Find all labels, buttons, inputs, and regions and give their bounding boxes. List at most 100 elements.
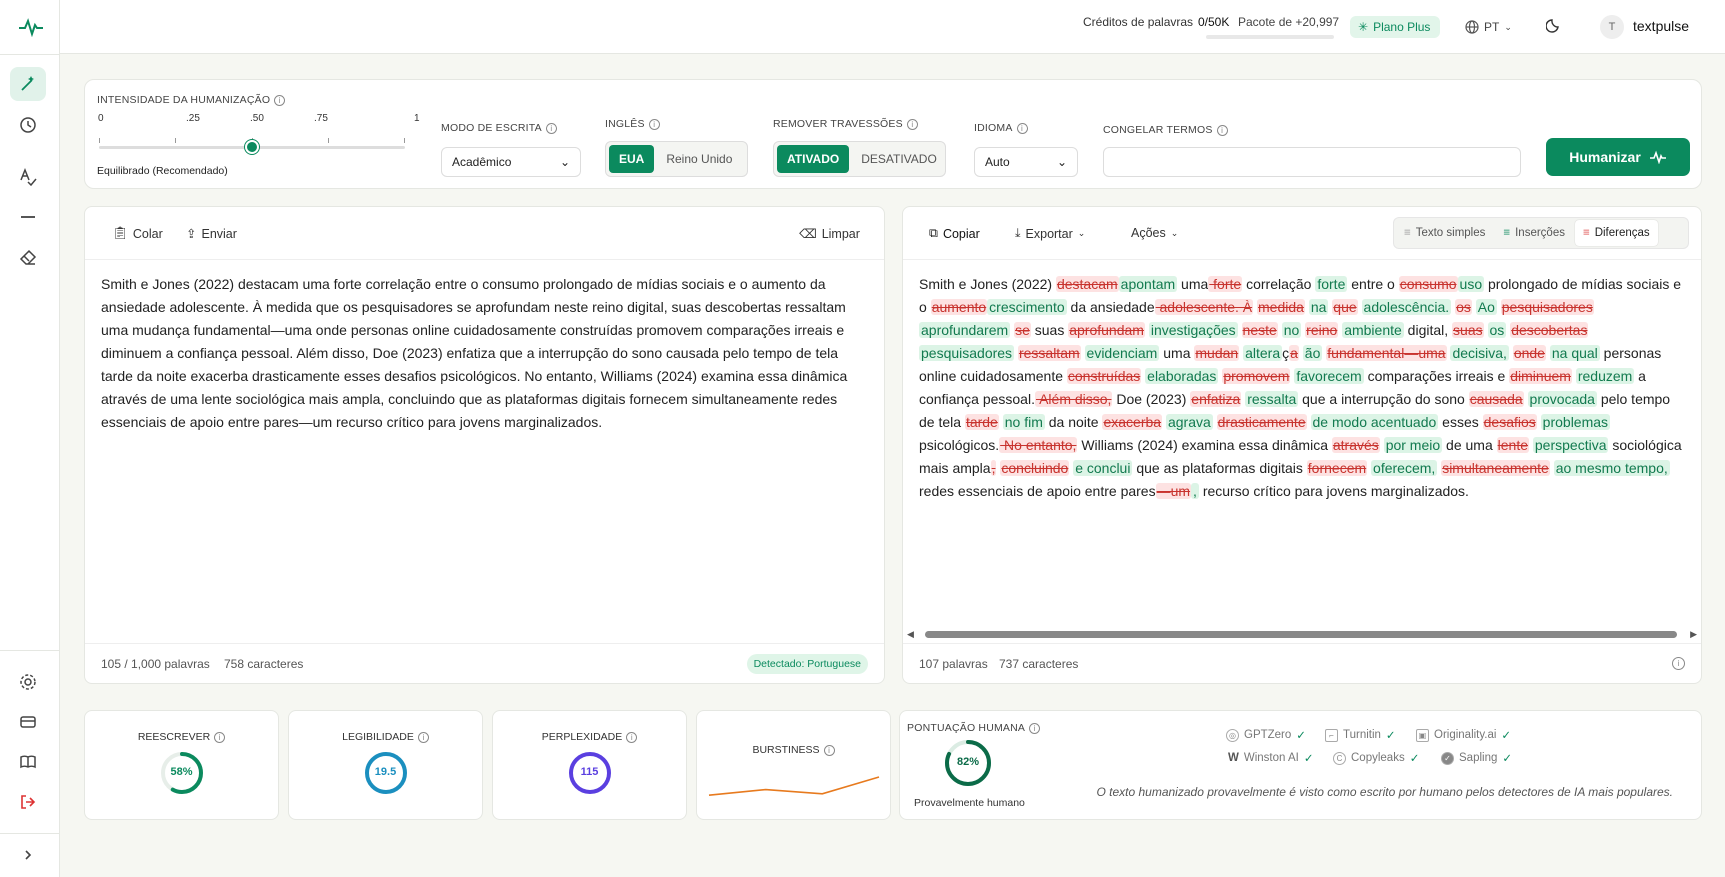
output-toolbar: ⧉ Copiar ⤓ Exportar ⌄ Ações ⌄ ≡ Texto sim… xyxy=(903,207,1701,260)
copy-button[interactable]: ⧉ Copiar xyxy=(929,226,980,241)
tick-label: .75 xyxy=(314,113,328,124)
info-icon[interactable]: i xyxy=(214,731,226,743)
language-selector[interactable]: PT ⌄ xyxy=(1465,16,1512,38)
unchanged-text xyxy=(1484,322,1488,338)
info-icon[interactable]: i xyxy=(626,731,638,743)
eraser-icon[interactable] xyxy=(10,240,46,274)
detector-copyleaks: C Copyleaks ✓ xyxy=(1333,751,1419,765)
output-panel: ⧉ Copiar ⤓ Exportar ⌄ Ações ⌄ ≡ Texto sim… xyxy=(902,206,1702,684)
deleted-text: medida xyxy=(1257,299,1305,315)
history-icon[interactable] xyxy=(10,108,46,142)
paste-button[interactable]: 📋︎ Colar xyxy=(112,226,163,241)
output-diff-text[interactable]: Smith e Jones (2022) destacam apontam uma… xyxy=(919,273,1685,503)
language-label-group: IDIOMA i xyxy=(974,122,1028,134)
tick-label: 1 xyxy=(414,113,420,124)
humanize-button[interactable]: Humanizar xyxy=(1546,138,1690,176)
info-icon[interactable]: i xyxy=(417,731,429,743)
freeze-terms-input[interactable] xyxy=(1103,147,1521,177)
human-score-value: 82% xyxy=(956,756,980,768)
rewrite-value: 58% xyxy=(170,766,193,778)
english-us-option[interactable]: EUA xyxy=(609,145,655,173)
writing-mode-select[interactable]: Acadêmico ⌄ xyxy=(441,147,581,177)
view-diff-tab[interactable]: ≡ Diferenças xyxy=(1574,220,1658,246)
settings-panel: INTENSIDADE DA HUMANIZAÇÃO i 0 .25 .50 .7… xyxy=(84,79,1702,189)
inserted-text: pesquisadores xyxy=(919,345,1015,361)
dark-mode-moon-icon[interactable] xyxy=(1545,17,1566,37)
eraser-icon: ⌫ xyxy=(799,227,817,241)
download-icon: ⤓ xyxy=(1015,226,1021,240)
unchanged-text: recurso crítico para jovens marginalizad… xyxy=(1198,483,1469,499)
deleted-text: No entanto, xyxy=(999,437,1078,453)
plan-badge[interactable]: ✳ Plano Plus xyxy=(1350,16,1441,38)
language-setting-label: IDIOMA xyxy=(974,122,1013,134)
logo-pulse-icon[interactable] xyxy=(13,10,49,44)
inserted-text: reduzem xyxy=(1575,368,1635,384)
avatar[interactable]: T xyxy=(1600,15,1624,39)
info-icon[interactable]: i xyxy=(906,118,918,130)
inserted-text: oferecem, xyxy=(1371,460,1438,476)
scroll-left-icon[interactable]: ◀ xyxy=(907,629,914,640)
clear-button[interactable]: ⌫ Limpar xyxy=(799,226,860,242)
deleted-text: Além disso, xyxy=(1034,391,1113,407)
spell-check-icon[interactable] xyxy=(10,160,46,194)
detector-name: Sapling xyxy=(1459,752,1498,764)
scroll-right-icon[interactable]: ▶ xyxy=(1690,629,1697,640)
language-select[interactable]: Auto ⌄ xyxy=(974,147,1078,177)
magic-wand-icon[interactable] xyxy=(10,67,46,101)
inserted-text: , xyxy=(1191,483,1199,499)
intensity-slider-thumb[interactable] xyxy=(245,140,259,154)
writing-mode-value: Acadêmico xyxy=(452,155,512,169)
english-uk-option[interactable]: Reino Unido xyxy=(656,145,742,173)
credit-card-icon[interactable] xyxy=(10,705,46,739)
freeze-label: CONGELAR TERMOS xyxy=(1103,124,1213,136)
deleted-text: fundamental—uma xyxy=(1326,345,1447,361)
deleted-text: aumento xyxy=(930,299,988,315)
deleted-text: neste xyxy=(1241,322,1278,338)
inserted-text: crescimento xyxy=(987,299,1067,315)
logout-icon[interactable] xyxy=(10,785,46,819)
dashes-on-option[interactable]: ATIVADO xyxy=(777,145,850,173)
view-insertions-tab[interactable]: ≡ Inserções xyxy=(1495,220,1573,246)
info-icon[interactable]: i xyxy=(1016,122,1028,134)
deleted-text: os xyxy=(1455,299,1472,315)
expand-chevron-icon[interactable] xyxy=(10,838,46,872)
readability-ring: 19.5 xyxy=(364,751,408,795)
detector-turnitin: ⌐ Turnitin ✓ xyxy=(1325,728,1396,742)
winston-icon: W xyxy=(1228,752,1239,764)
input-text-area[interactable]: Smith e Jones (2022) destacam uma forte … xyxy=(101,273,868,434)
inserted-text: no xyxy=(1281,322,1302,338)
info-icon[interactable]: i xyxy=(1672,657,1685,670)
actions-button[interactable]: Ações ⌄ xyxy=(1131,226,1178,240)
check-icon: ✓ xyxy=(1409,753,1420,765)
info-icon[interactable]: i xyxy=(648,118,660,130)
deleted-text: promovem xyxy=(1222,368,1291,384)
username[interactable]: textpulse xyxy=(1633,18,1689,34)
horizontal-scrollbar[interactable]: ◀ ▶ xyxy=(907,629,1697,639)
deleted-text: fornecem xyxy=(1306,460,1368,476)
unchanged-text xyxy=(1081,345,1085,361)
settings-gear-icon[interactable] xyxy=(10,665,46,699)
export-button[interactable]: ⤓ Exportar ⌄ xyxy=(1015,226,1085,241)
info-icon[interactable]: i xyxy=(1216,124,1228,136)
view-plain-tab[interactable]: ≡ Texto simples xyxy=(1396,220,1493,246)
info-icon[interactable]: i xyxy=(1029,722,1041,734)
inserted-text: os xyxy=(1487,322,1507,338)
input-word-count: 105 / 1,000 palavras xyxy=(101,657,210,671)
deleted-text: causada xyxy=(1468,391,1524,407)
deleted-text: onde xyxy=(1512,345,1546,361)
dash-icon[interactable] xyxy=(10,200,46,234)
scroll-thumb[interactable] xyxy=(925,631,1677,638)
unchanged-text: comparações irreais e xyxy=(1363,368,1510,384)
info-icon[interactable]: i xyxy=(545,122,557,134)
dashes-off-option[interactable]: DESATIVADO xyxy=(851,145,947,173)
deleted-text: mudan xyxy=(1194,345,1240,361)
info-icon[interactable]: i xyxy=(274,94,286,106)
info-icon[interactable]: i xyxy=(823,744,835,756)
unchanged-text: uma xyxy=(1177,276,1209,292)
upload-button[interactable]: ⇪ Enviar xyxy=(186,226,237,242)
inserted-text: na qual xyxy=(1549,345,1600,361)
input-panel: 📋︎ Colar ⇪ Enviar ⌫ Limpar Smith e Jones… xyxy=(84,206,885,684)
inserted-text: apontam xyxy=(1118,276,1178,292)
book-icon[interactable] xyxy=(10,745,46,779)
unchanged-text: digital, xyxy=(1403,322,1453,338)
